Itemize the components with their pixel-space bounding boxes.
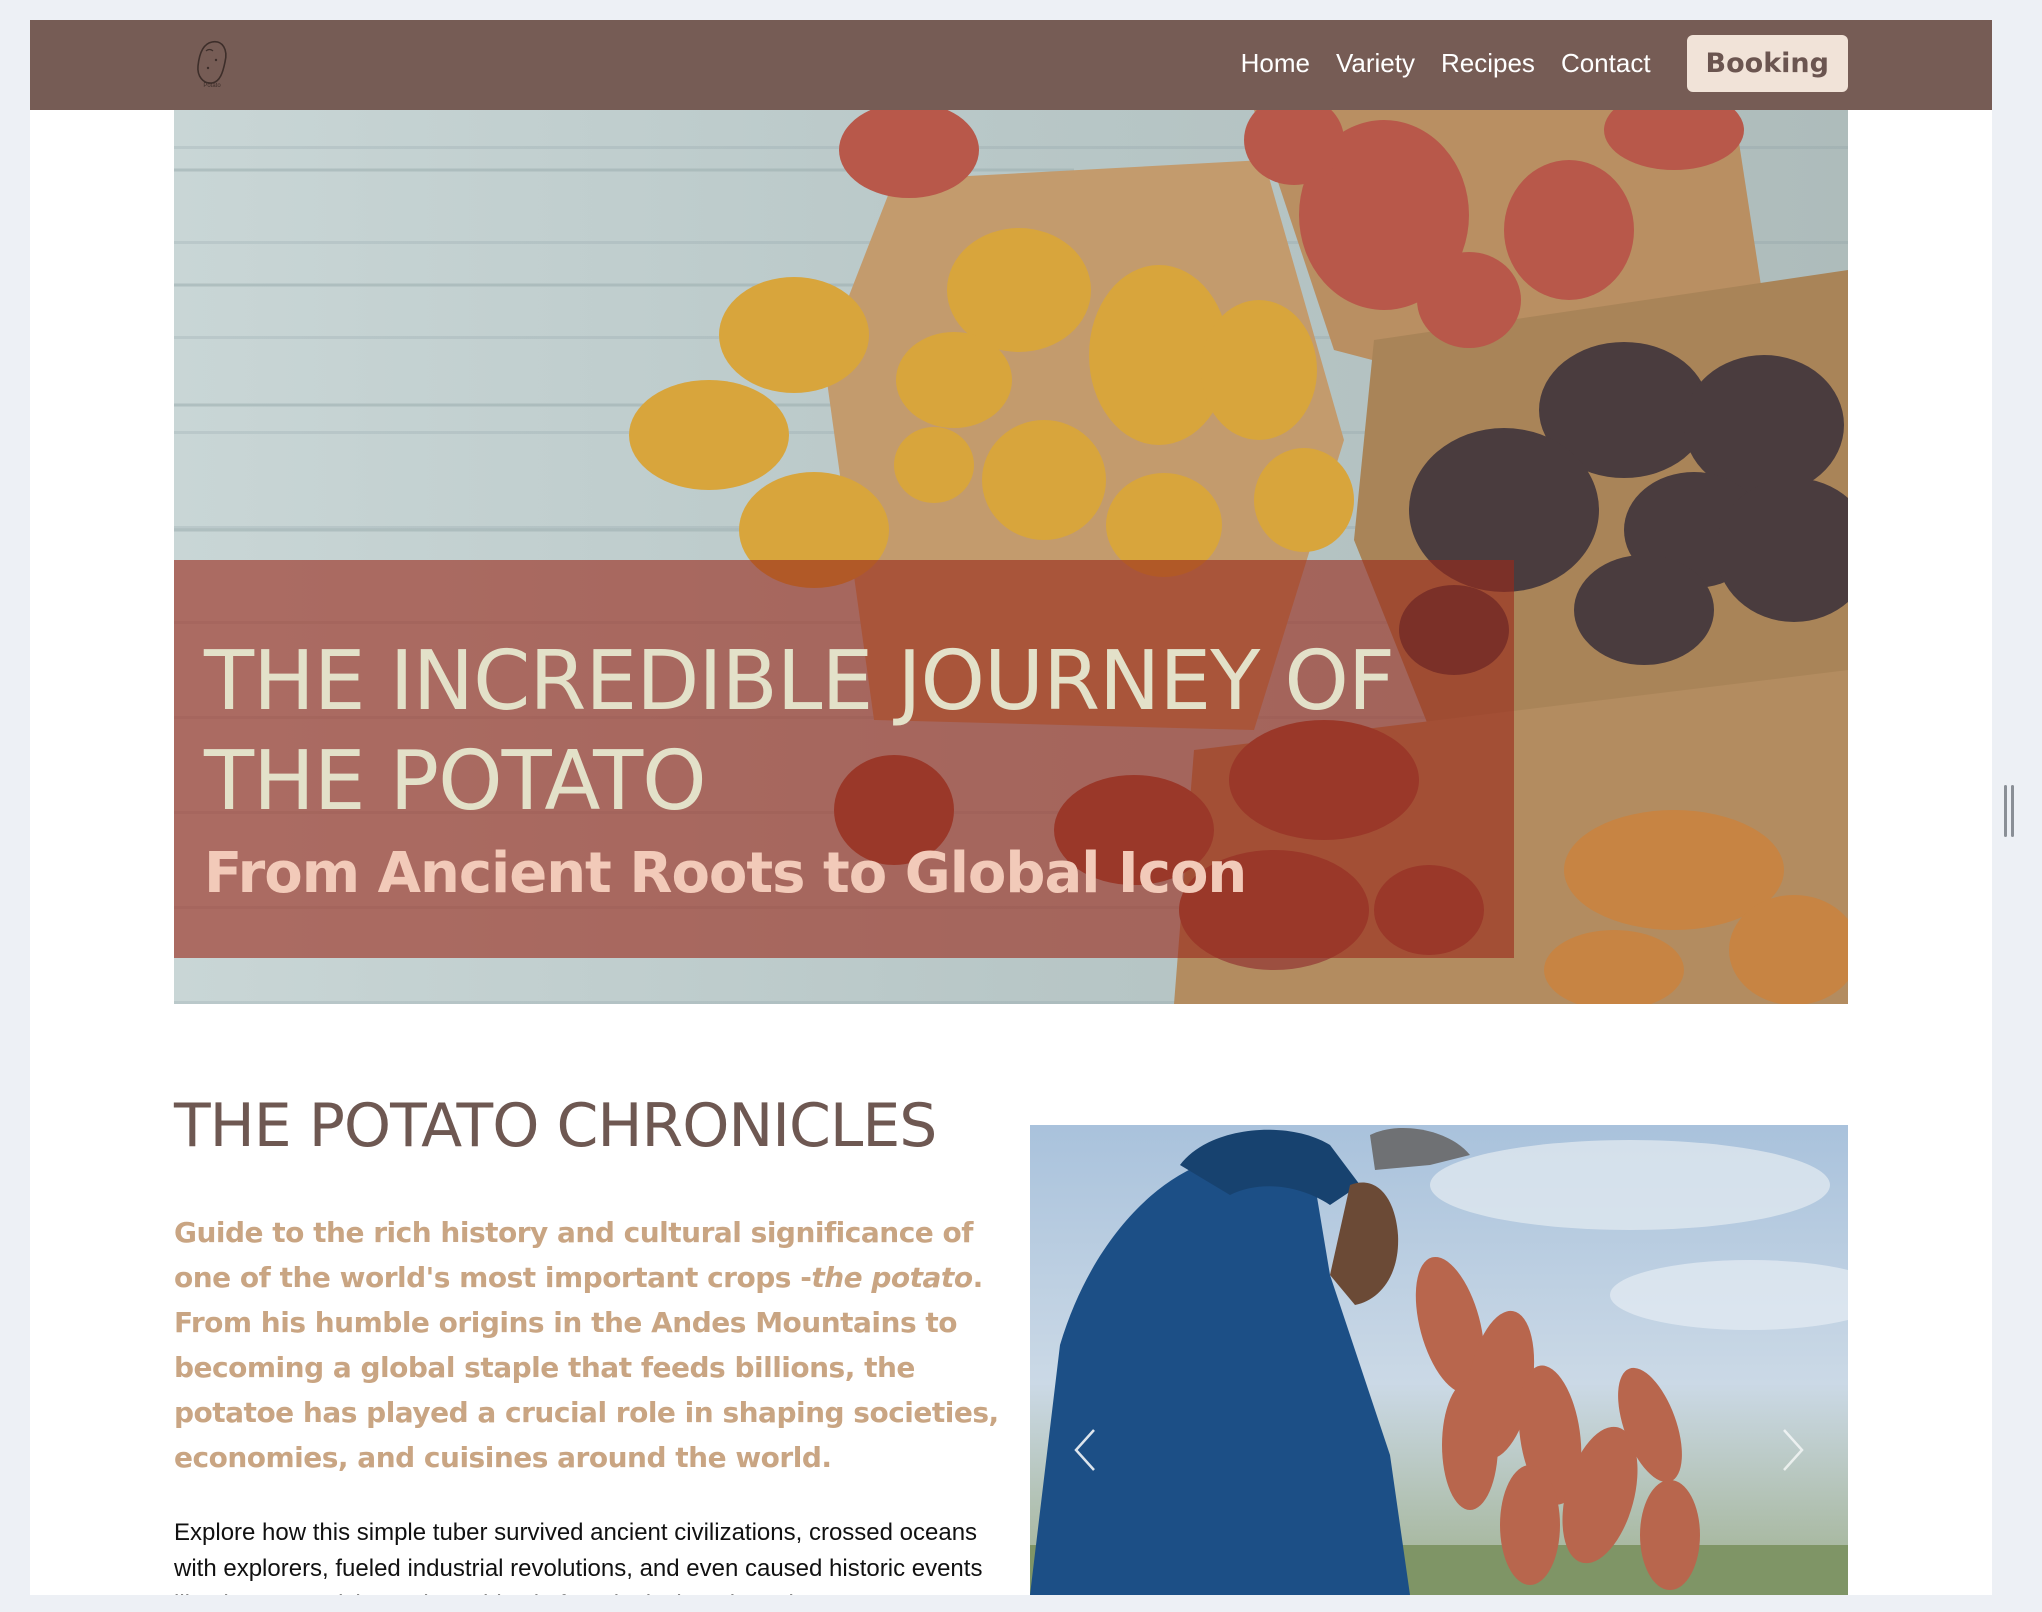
carousel-next-button[interactable]	[1768, 1415, 1818, 1485]
chevron-right-icon	[1783, 1429, 1804, 1471]
lead-paragraph: Guide to the rich history and cultural s…	[174, 1210, 1004, 1480]
booking-button[interactable]: Booking	[1686, 34, 1848, 92]
page: Potato Home Variety Recipes Contact Book…	[30, 20, 1992, 1595]
lead-emphasis: the potato	[811, 1261, 973, 1294]
nav-link-variety[interactable]: Variety	[1336, 48, 1415, 79]
hero-title: THE INCREDIBLE JOURNEY OF THE POTATO	[204, 634, 1395, 829]
hero-banner: THE INCREDIBLE JOURNEY OF THE POTATO Fro…	[174, 110, 1848, 1004]
nav-link-recipes[interactable]: Recipes	[1441, 48, 1535, 79]
hero-overlay: THE INCREDIBLE JOURNEY OF THE POTATO Fro…	[174, 560, 1514, 958]
body-paragraph: Explore how this simple tuber survived a…	[174, 1519, 983, 1595]
farmer-harvest-image	[1030, 1127, 1848, 1595]
nav-link-home[interactable]: Home	[1241, 48, 1310, 79]
image-carousel[interactable]	[1030, 1125, 1848, 1595]
navbar: Potato Home Variety Recipes Contact Book…	[30, 20, 1992, 110]
section-title: THE POTATO CHRONICLES	[174, 1091, 937, 1161]
logo-text: Potato	[203, 83, 221, 89]
nav-links: Home Variety Recipes Contact Booking	[1241, 34, 1848, 92]
scrollbar-handle[interactable]	[2004, 785, 2016, 837]
hero-subtitle: From Ancient Roots to Global Icon	[204, 841, 1247, 906]
carousel-prev-button[interactable]	[1060, 1415, 1110, 1485]
potato-logo-icon[interactable]: Potato	[190, 36, 234, 92]
nav-link-contact[interactable]: Contact	[1561, 48, 1651, 79]
chevron-left-icon	[1074, 1429, 1095, 1471]
